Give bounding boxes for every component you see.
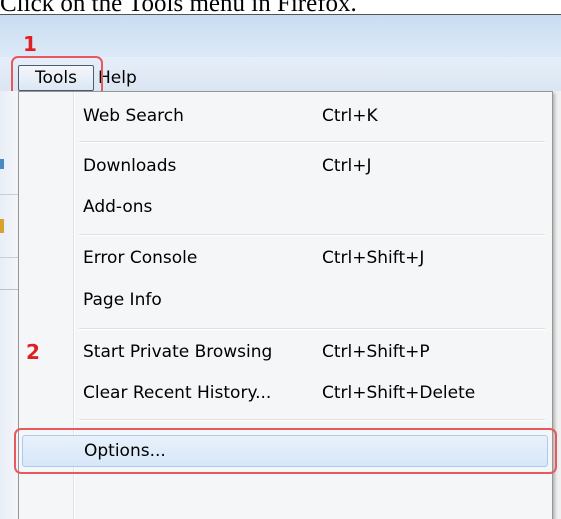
menu-item-label: Add-ons (83, 197, 153, 217)
menu-item-clear-recent-history[interactable]: Clear Recent History... Ctrl+Shift+Delet… (19, 377, 552, 409)
step-marker-2: 2 (26, 340, 40, 364)
menu-separator (79, 419, 545, 421)
menu-help[interactable]: Help (98, 65, 137, 91)
step-marker-1: 1 (23, 32, 37, 56)
menu-item-page-info[interactable]: Page Info (19, 284, 552, 316)
menu-item-shortcut: Ctrl+Shift+J (322, 248, 425, 268)
menu-item-downloads[interactable]: Downloads Ctrl+J (19, 150, 552, 182)
menu-item-add-ons[interactable]: Add-ons (19, 191, 552, 223)
menu-item-start-private-browsing[interactable]: Start Private Browsing Ctrl+Shift+P (19, 336, 552, 368)
bookmark-icon-fragment (0, 219, 4, 233)
menu-item-label: Web Search (83, 106, 184, 126)
menu-item-shortcut: Ctrl+J (322, 156, 372, 176)
menu-item-shortcut: Ctrl+Shift+Delete (322, 383, 476, 403)
menu-item-label: Downloads (83, 156, 177, 176)
menu-item-label: Clear Recent History... (83, 383, 272, 403)
options-highlight-box (14, 428, 557, 474)
menu-item-web-search[interactable]: Web Search Ctrl+K (19, 100, 552, 132)
toolbar-divider (0, 257, 18, 258)
menu-item-shortcut: Ctrl+Shift+P (322, 342, 430, 362)
menu-item-label: Error Console (83, 248, 198, 268)
menu-item-label: Page Info (83, 290, 162, 310)
menu-separator (79, 234, 545, 236)
menu-item-shortcut: Ctrl+K (322, 106, 378, 126)
menu-separator (79, 141, 545, 143)
title-bar (0, 15, 561, 57)
menu-item-error-console[interactable]: Error Console Ctrl+Shift+J (19, 242, 552, 274)
menu-separator (79, 328, 545, 330)
menu-item-label: Start Private Browsing (83, 342, 273, 362)
toolbar-divider (0, 194, 18, 195)
toolbar-divider (0, 289, 18, 290)
firefox-window-screenshot: Tools Help 1 Web Search Ctrl+K Downloads… (0, 14, 561, 519)
toolbar-fragment (0, 159, 4, 169)
